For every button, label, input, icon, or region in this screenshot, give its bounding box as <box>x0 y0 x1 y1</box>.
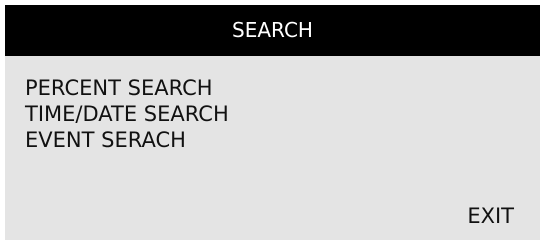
search-dialog: SEARCH PERCENT SEARCH TIME/DATE SEARCH E… <box>5 5 540 240</box>
dialog-title: SEARCH <box>5 5 540 56</box>
menu-item-percent-search[interactable]: PERCENT SEARCH <box>25 75 229 101</box>
menu-item-event-search[interactable]: EVENT SERACH <box>25 127 229 153</box>
menu-item-time-date-search[interactable]: TIME/DATE SEARCH <box>25 101 229 127</box>
exit-button[interactable]: EXIT <box>467 203 514 229</box>
search-menu: PERCENT SEARCH TIME/DATE SEARCH EVENT SE… <box>25 75 229 153</box>
